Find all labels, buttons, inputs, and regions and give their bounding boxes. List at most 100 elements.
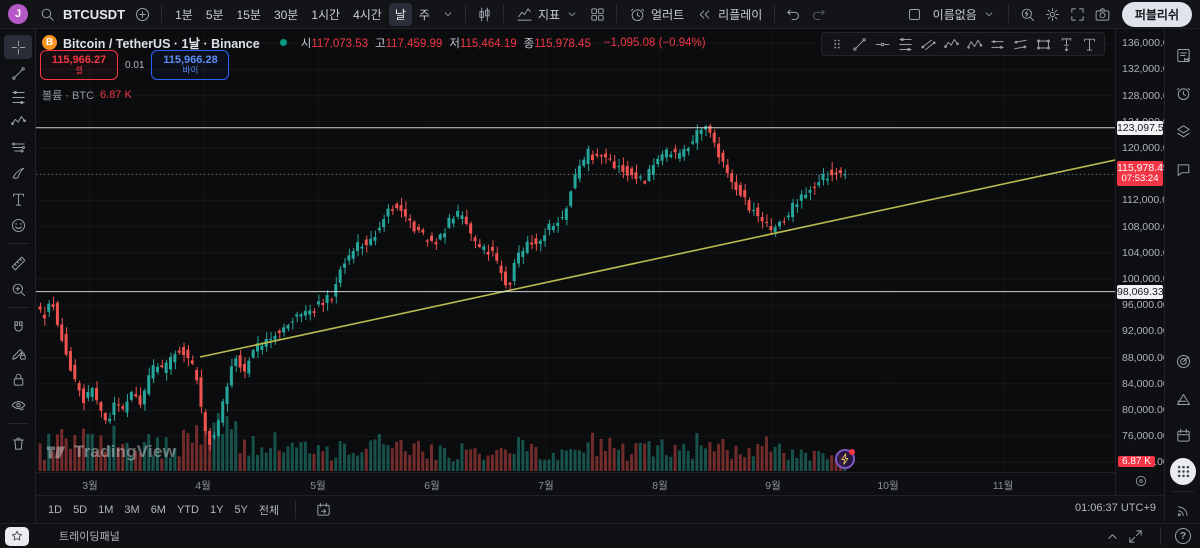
layout-name-button[interactable]: 이름없음 [928, 3, 1001, 26]
panel-maximize-icon[interactable] [1124, 525, 1147, 548]
range-전체[interactable]: 전체 [259, 502, 279, 518]
calendar-icon[interactable] [1170, 422, 1196, 448]
level-price-label[interactable]: 123,097.59 [1117, 120, 1170, 135]
range-1Y[interactable]: 1Y [210, 504, 223, 516]
layers-icon[interactable] [1170, 118, 1196, 144]
apps-grid-button[interactable] [1170, 457, 1196, 485]
ohlc-종: 종115,978.45 [523, 37, 591, 50]
range-5D[interactable]: 5D [73, 504, 87, 516]
symbol-name[interactable]: BTCUSDT [63, 7, 125, 22]
chart-style-icon[interactable] [473, 3, 496, 26]
elliott-wave-icon[interactable] [940, 33, 963, 55]
streams-signal-icon[interactable] [1170, 497, 1196, 523]
lock-drawings-tool[interactable] [4, 367, 32, 391]
price-scale-settings-icon[interactable] [1134, 474, 1148, 488]
timeframe-dropdown-icon[interactable] [438, 4, 458, 24]
disjoint-channel-icon[interactable] [1009, 33, 1032, 55]
flat-channel-icon[interactable] [986, 33, 1009, 55]
last-price-label[interactable]: 115,978.45 07:53:24 [1117, 161, 1169, 187]
trading-panel-tab[interactable]: 트레이딩패널 [59, 528, 120, 544]
xabcd-pattern-icon[interactable] [963, 33, 986, 55]
month-tick: 3월 [82, 480, 98, 492]
month-tick: 8월 [652, 480, 668, 492]
month-tick: 9월 [765, 480, 781, 492]
alerts-clock-icon[interactable] [1170, 80, 1196, 106]
month-tick: 5월 [310, 480, 326, 492]
volume-legend[interactable]: 볼륨 · BTC 6.87 K [42, 87, 132, 103]
fullscreen-icon[interactable] [1066, 3, 1089, 26]
stay-drawing-mode-tool[interactable] [4, 341, 32, 365]
range-YTD[interactable]: YTD [177, 504, 199, 516]
remove-objects-tool[interactable] [4, 431, 32, 455]
ohlc-고: 고117,459.99 [375, 37, 443, 50]
hide-drawings-tool[interactable] [4, 393, 32, 417]
toolbar-drag-handle[interactable] [825, 33, 848, 55]
price-scale[interactable]: 136,000.00132,000.00128,000.00124,000.00… [1115, 29, 1175, 495]
magnet-mode-tool[interactable] [4, 315, 32, 339]
sell-button[interactable]: 115,966.27 셀 [40, 50, 118, 80]
settings-gear-icon[interactable] [1041, 3, 1064, 26]
timeframe-30분[interactable]: 30분 [268, 3, 304, 26]
timeframe-1시간[interactable]: 1시간 [305, 3, 346, 26]
timeframe-5분[interactable]: 5분 [200, 3, 230, 26]
forecast-tool[interactable] [4, 135, 32, 159]
zoom-in-tool[interactable] [4, 277, 32, 301]
text-tool[interactable] [4, 187, 32, 211]
timeframe-1분[interactable]: 1분 [169, 3, 199, 26]
quick-search-icon[interactable] [1016, 3, 1039, 26]
anchored-text-icon[interactable] [1055, 33, 1078, 55]
horizontal-ray-icon[interactable] [871, 33, 894, 55]
event-bolt-badge[interactable] [835, 449, 855, 469]
ideas-target-icon[interactable] [1170, 348, 1196, 374]
panel-expand-caret-icon[interactable] [1101, 525, 1124, 548]
range-3M[interactable]: 3M [124, 504, 139, 516]
clock-timezone[interactable]: 01:06:37 UTC+9 [1075, 502, 1156, 514]
indicators-button[interactable]: 지표 [511, 3, 584, 26]
level-price-label[interactable]: 98,069.33 [1117, 284, 1164, 299]
time-axis[interactable]: 3월 4월 5월 6월 7월 8월 9월 10월 11월 [36, 472, 1115, 495]
measure-ruler-tool[interactable] [4, 251, 32, 275]
range-6M[interactable]: 6M [151, 504, 166, 516]
timeframe-4시간[interactable]: 4시간 [347, 3, 388, 26]
indicator-templates-icon[interactable] [586, 3, 609, 26]
search-icon[interactable] [36, 3, 59, 26]
candlestick-chart[interactable] [36, 29, 1115, 472]
trend-line-tool[interactable] [4, 61, 32, 85]
redo-button[interactable] [807, 3, 830, 26]
timeframe-15분[interactable]: 15분 [231, 3, 267, 26]
fib-retracement-icon[interactable] [894, 33, 917, 55]
ohlc-시: 시117,073.53 [300, 37, 369, 50]
fib-retracement-tool[interactable] [4, 85, 32, 109]
parallel-channel-icon[interactable] [917, 33, 940, 55]
user-avatar[interactable]: J [8, 4, 28, 24]
range-1D[interactable]: 1D [48, 504, 62, 516]
favorites-star-button[interactable] [5, 526, 29, 546]
chat-icon[interactable] [1170, 156, 1196, 182]
emoji-tool[interactable] [4, 213, 32, 237]
range-1M[interactable]: 1M [98, 504, 113, 516]
compare-add-icon[interactable] [131, 3, 154, 26]
go-to-date-icon[interactable] [312, 498, 335, 521]
watchlist-icon[interactable] [1170, 42, 1196, 68]
timeframe-주[interactable]: 주 [413, 3, 436, 26]
chart-pane[interactable]: B Bitcoin / TetherUS · 1날 · Binance 시117… [36, 29, 1115, 472]
rectangle-icon[interactable] [1032, 33, 1055, 55]
left-drawing-toolbar [0, 29, 36, 523]
crosshair-tool[interactable] [4, 35, 32, 59]
text-icon[interactable] [1078, 33, 1101, 55]
snapshot-camera-icon[interactable] [1091, 3, 1114, 26]
elliott-wave-tool[interactable] [4, 109, 32, 133]
month-tick: 7월 [538, 480, 554, 492]
alert-button[interactable]: 얼러트 [624, 3, 689, 26]
range-5Y[interactable]: 5Y [234, 504, 247, 516]
publish-button[interactable]: 퍼블리쉬 [1121, 1, 1192, 27]
save-layout-icon[interactable] [903, 3, 926, 26]
undo-button[interactable] [782, 3, 805, 26]
replay-button[interactable]: 리플레이 [691, 3, 767, 26]
timeframe-날[interactable]: 날 [388, 2, 412, 26]
brush-tool[interactable] [4, 161, 32, 185]
minds-icon[interactable] [1170, 386, 1196, 412]
help-button[interactable]: ? [1172, 525, 1194, 547]
trend-line-icon[interactable] [848, 33, 871, 55]
buy-button[interactable]: 115,966.28 바이 [151, 50, 230, 80]
